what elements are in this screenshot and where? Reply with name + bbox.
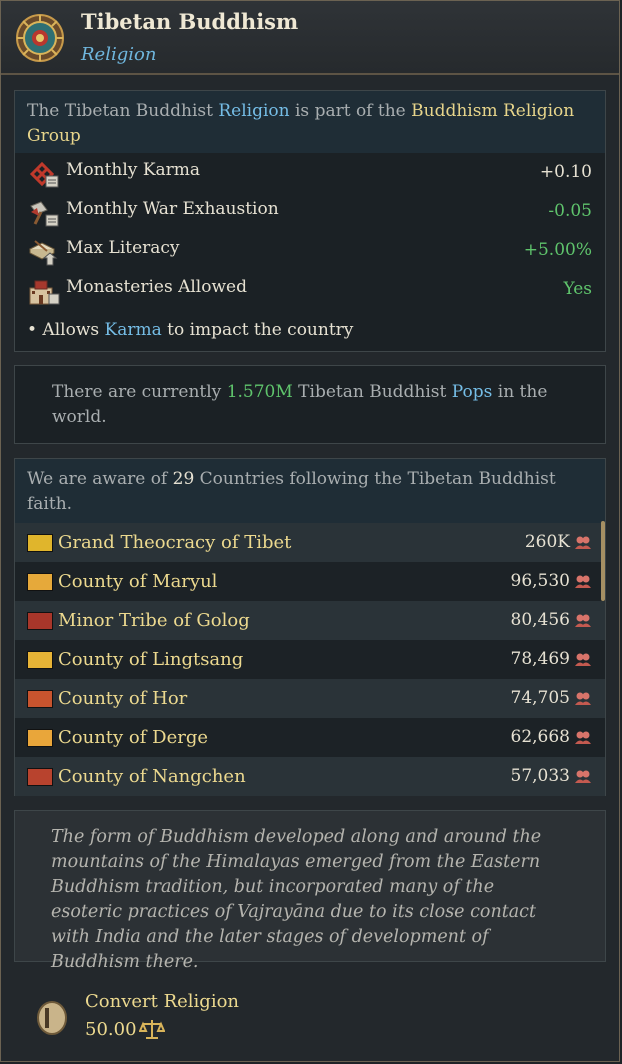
pops-count: 1.570M [226, 382, 293, 402]
stat-monasteries-allowed: Monasteries Allowed Yes [15, 270, 605, 309]
country-name[interactable]: County of Derge [58, 727, 208, 748]
country-pop-count: 78,469 [510, 649, 570, 669]
pops-icon [575, 731, 591, 744]
pops-icon [575, 536, 591, 549]
pops-link[interactable]: Pops [452, 382, 493, 402]
pops-icon [575, 770, 591, 783]
stat-label: Max Literacy [66, 238, 180, 258]
literacy-icon [28, 240, 58, 266]
country-flag [27, 573, 53, 591]
karma-text: • Allows [27, 320, 105, 340]
country-flag [27, 534, 53, 552]
country-name[interactable]: Minor Tribe of Golog [58, 610, 250, 631]
stat-value: +0.10 [539, 162, 592, 182]
religion-description: The form of Buddhism developed along and… [14, 810, 606, 972]
stat-value: Yes [563, 279, 592, 299]
pops-text: There are currently [52, 382, 227, 402]
country-row[interactable]: County of Lingtsang 78,469 [15, 640, 605, 679]
country-name[interactable]: County of Nangchen [58, 766, 246, 787]
karma-effect-line: • Allows Karma to impact the country [27, 320, 353, 340]
country-flag [27, 651, 53, 669]
country-flag [27, 729, 53, 747]
religion-link[interactable]: Religion [218, 101, 289, 121]
country-list[interactable]: Grand Theocracy of Tibet 260K County of … [15, 523, 605, 796]
country-row[interactable]: County of Derge 62,668 [15, 718, 605, 757]
karma-link[interactable]: Karma [105, 320, 162, 340]
country-row[interactable]: Grand Theocracy of Tibet 260K [15, 523, 605, 562]
religion-panel: Tibetan Buddhism Religion The Tibetan Bu… [0, 0, 620, 1062]
page-title: Tibetan Buddhism [81, 9, 299, 34]
countries-count: 29 [172, 469, 195, 489]
country-list-scrollbar[interactable] [601, 521, 605, 601]
convert-religion-cost: 50.00 [85, 1019, 137, 1040]
pops-icon [575, 692, 591, 705]
stat-label: Monasteries Allowed [66, 277, 247, 297]
dharma-wheel-icon [16, 14, 64, 62]
countries-text: We are aware of [27, 469, 173, 489]
page-subtitle[interactable]: Religion [81, 44, 156, 65]
country-row[interactable]: County of Hor 74,705 [15, 679, 605, 718]
karma-text: to impact the country [161, 320, 354, 340]
country-row[interactable]: County of Nangchen 57,033 [15, 757, 605, 796]
country-name[interactable]: Grand Theocracy of Tibet [58, 532, 291, 553]
religion-info-box: The Tibetan Buddhist Religion is part of… [14, 90, 606, 352]
pops-summary-box: There are currently 1.570M Tibetan Buddh… [14, 365, 606, 444]
countries-box: We are aware of 29 Countries following t… [14, 458, 606, 796]
stat-value: +5.00% [523, 240, 592, 260]
country-flag [27, 768, 53, 786]
stat-monthly-war-exhaustion: Monthly War Exhaustion -0.05 [15, 192, 605, 231]
pops-icon [575, 575, 591, 588]
war-exhaustion-icon [30, 201, 59, 227]
country-flag [27, 612, 53, 630]
convert-religion-icon[interactable] [35, 996, 69, 1036]
stat-label: Monthly Karma [66, 160, 201, 180]
country-pop-count: 96,530 [510, 571, 570, 591]
country-name[interactable]: County of Lingtsang [58, 649, 243, 670]
pops-text: Tibetan Buddhist [292, 382, 452, 402]
country-row[interactable]: Minor Tribe of Golog 80,456 [15, 601, 605, 640]
country-row[interactable]: County of Maryul 96,530 [15, 562, 605, 601]
country-pop-count: 260K [524, 532, 570, 552]
convert-religion-button[interactable]: Convert Religion [85, 991, 239, 1012]
stat-max-literacy: Max Literacy +5.00% [15, 231, 605, 270]
country-pop-count: 80,456 [510, 610, 570, 630]
country-name[interactable]: County of Maryul [58, 571, 217, 592]
stat-value: -0.05 [548, 201, 592, 221]
intro-text: is part of the [289, 101, 412, 121]
country-pop-count: 74,705 [510, 688, 570, 708]
country-pop-count: 62,668 [510, 727, 570, 747]
stat-label: Monthly War Exhaustion [66, 199, 279, 219]
country-name[interactable]: County of Hor [58, 688, 187, 709]
countries-intro: We are aware of 29 Countries following t… [15, 459, 605, 523]
pops-icon [575, 653, 591, 666]
panel-header: Tibetan Buddhism Religion [1, 1, 619, 75]
karma-knot-icon [29, 161, 59, 188]
intro-text: The Tibetan Buddhist [27, 101, 219, 121]
stat-monthly-karma: Monthly Karma +0.10 [15, 153, 605, 192]
scales-icon [139, 1020, 165, 1039]
monastery-icon [29, 280, 60, 305]
country-pop-count: 57,033 [510, 766, 570, 786]
religion-intro: The Tibetan Buddhist Religion is part of… [15, 91, 605, 153]
country-flag [27, 690, 53, 708]
pops-icon [575, 614, 591, 627]
